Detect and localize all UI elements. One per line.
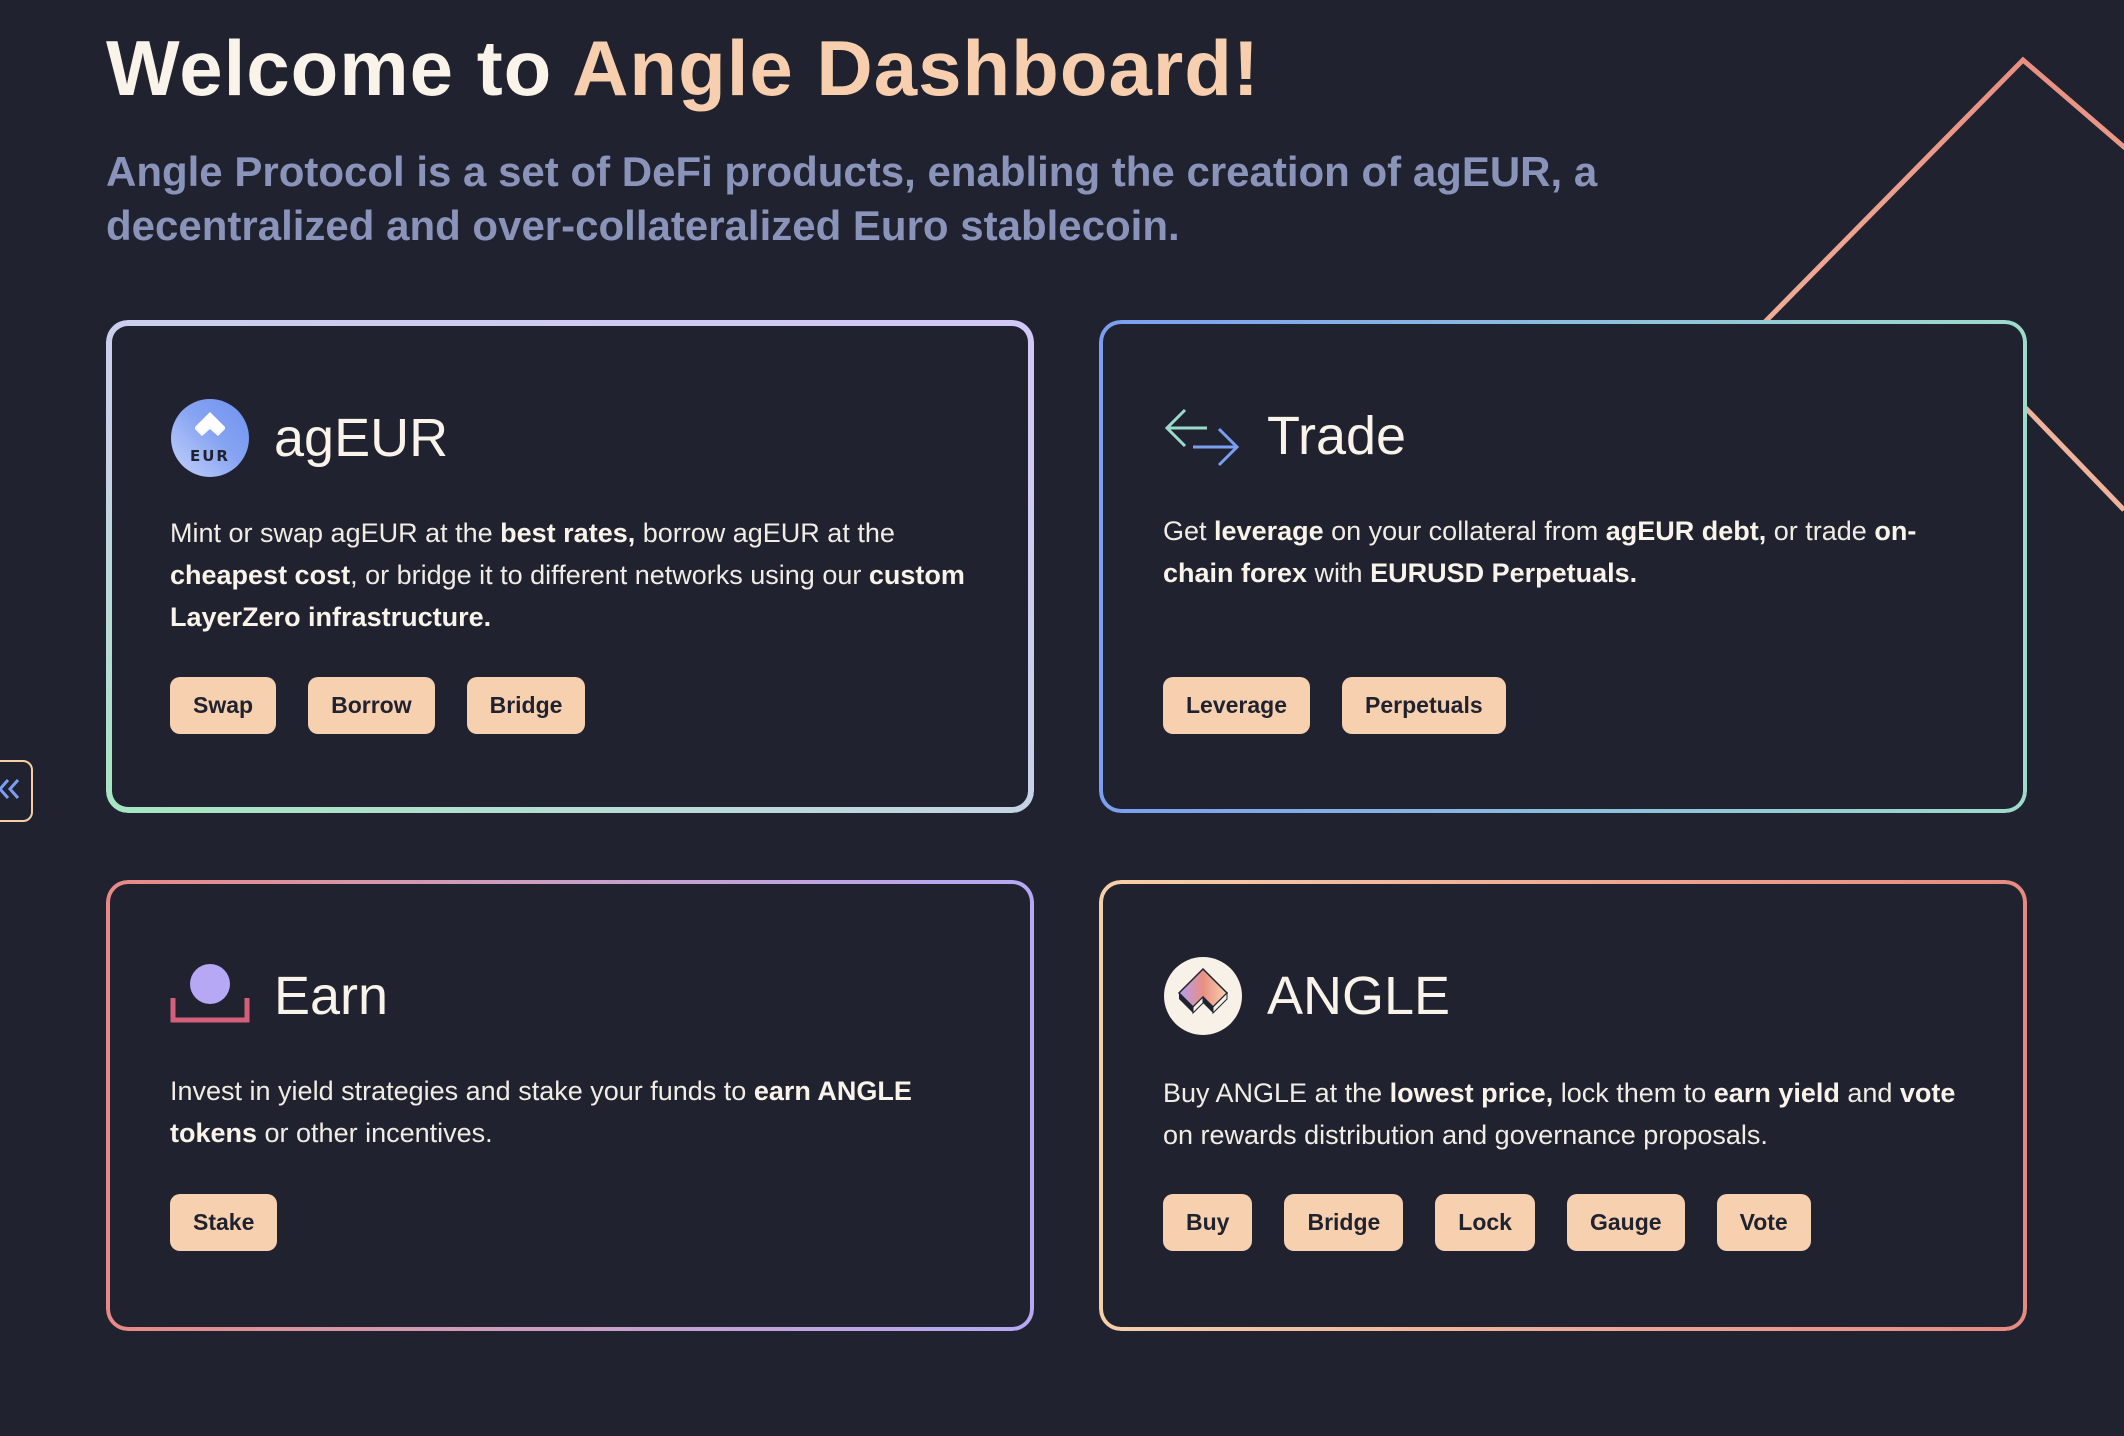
description-emphasis: earn yield bbox=[1713, 1078, 1840, 1108]
description-text: borrow agEUR at the bbox=[635, 518, 895, 548]
card-trade: Trade Get leverage on your collateral fr… bbox=[1099, 320, 2027, 813]
gauge-button[interactable]: Gauge bbox=[1566, 1194, 1685, 1251]
card-actions: Stake bbox=[170, 1194, 278, 1251]
description-text: or other incentives. bbox=[257, 1118, 493, 1148]
card-actions: Buy Bridge Lock Gauge Vote bbox=[1163, 1194, 1811, 1251]
ageur-token-icon: EUR bbox=[170, 398, 250, 478]
card-header: ANGLE bbox=[1163, 956, 1450, 1036]
card-title: Trade bbox=[1267, 406, 1407, 466]
description-text: Buy ANGLE at the bbox=[1163, 1078, 1390, 1108]
sidebar-toggle-button[interactable] bbox=[0, 760, 33, 822]
borrow-button[interactable]: Borrow bbox=[308, 677, 435, 734]
earn-deposit-icon bbox=[170, 956, 250, 1036]
page-title: Welcome to Angle Dashboard! bbox=[106, 22, 1260, 116]
swap-button[interactable]: Swap bbox=[170, 677, 277, 734]
page-title-plain: Welcome to bbox=[106, 24, 573, 112]
double-chevron-left-icon bbox=[0, 778, 21, 805]
description-text: , or bridge it to different networks usi… bbox=[350, 560, 869, 590]
card-title: ANGLE bbox=[1267, 966, 1451, 1026]
card-actions: Leverage Perpetuals bbox=[1163, 677, 1506, 734]
description-emphasis: lowest price, bbox=[1389, 1078, 1554, 1108]
vote-button[interactable]: Vote bbox=[1716, 1194, 1811, 1251]
angle-token-icon bbox=[1163, 956, 1243, 1036]
description-text: on your collateral from bbox=[1323, 516, 1606, 546]
card-title: agEUR bbox=[274, 408, 449, 468]
description-text: Get bbox=[1163, 516, 1215, 546]
description-text: with bbox=[1307, 558, 1371, 588]
description-emphasis: best rates, bbox=[500, 518, 636, 548]
description-text: lock them to bbox=[1553, 1078, 1714, 1108]
card-description: Mint or swap agEUR at the best rates, bo… bbox=[170, 512, 980, 638]
card-header: Trade bbox=[1163, 396, 1406, 476]
card-description: Invest in yield strategies and stake you… bbox=[170, 1070, 980, 1154]
card-header: EUR agEUR bbox=[170, 398, 448, 478]
description-emphasis: vote bbox=[1899, 1078, 1956, 1108]
leverage-button[interactable]: Leverage bbox=[1163, 677, 1311, 734]
description-text: Invest in yield strategies and stake you… bbox=[170, 1076, 754, 1106]
card-ageur: EUR agEUR Mint or swap agEUR at the best… bbox=[106, 320, 1034, 813]
card-angle: ANGLE Buy ANGLE at the lowest price, loc… bbox=[1099, 880, 2027, 1331]
perpetuals-button[interactable]: Perpetuals bbox=[1342, 677, 1506, 734]
description-text: and bbox=[1839, 1078, 1900, 1108]
description-text: or trade bbox=[1766, 516, 1875, 546]
lock-button[interactable]: Lock bbox=[1435, 1194, 1535, 1251]
bridge-angle-button[interactable]: Bridge bbox=[1284, 1194, 1404, 1251]
swap-arrows-icon bbox=[1163, 396, 1243, 476]
card-header: Earn bbox=[170, 956, 388, 1036]
svg-text:EUR: EUR bbox=[190, 447, 230, 465]
buy-button[interactable]: Buy bbox=[1163, 1194, 1253, 1251]
bridge-button[interactable]: Bridge bbox=[466, 677, 586, 734]
page-title-accent: Angle Dashboard! bbox=[572, 24, 1260, 112]
stake-button[interactable]: Stake bbox=[170, 1194, 278, 1251]
card-earn: Earn Invest in yield strategies and stak… bbox=[106, 880, 1034, 1331]
description-text: on rewards distribution and governance p… bbox=[1163, 1120, 1768, 1150]
card-description: Buy ANGLE at the lowest price, lock them… bbox=[1163, 1072, 1963, 1156]
card-actions: Swap Borrow Bridge bbox=[170, 677, 586, 734]
card-description: Get leverage on your collateral from agE… bbox=[1163, 510, 1963, 594]
description-emphasis: EURUSD Perpetuals. bbox=[1370, 558, 1638, 588]
description-emphasis: leverage bbox=[1214, 516, 1324, 546]
page-subtitle: Angle Protocol is a set of DeFi products… bbox=[106, 148, 1598, 249]
card-title: Earn bbox=[274, 966, 389, 1026]
description-emphasis: cheapest cost bbox=[170, 560, 351, 590]
description-emphasis: agEUR debt, bbox=[1605, 516, 1767, 546]
description-text: Mint or swap agEUR at the bbox=[170, 518, 501, 548]
